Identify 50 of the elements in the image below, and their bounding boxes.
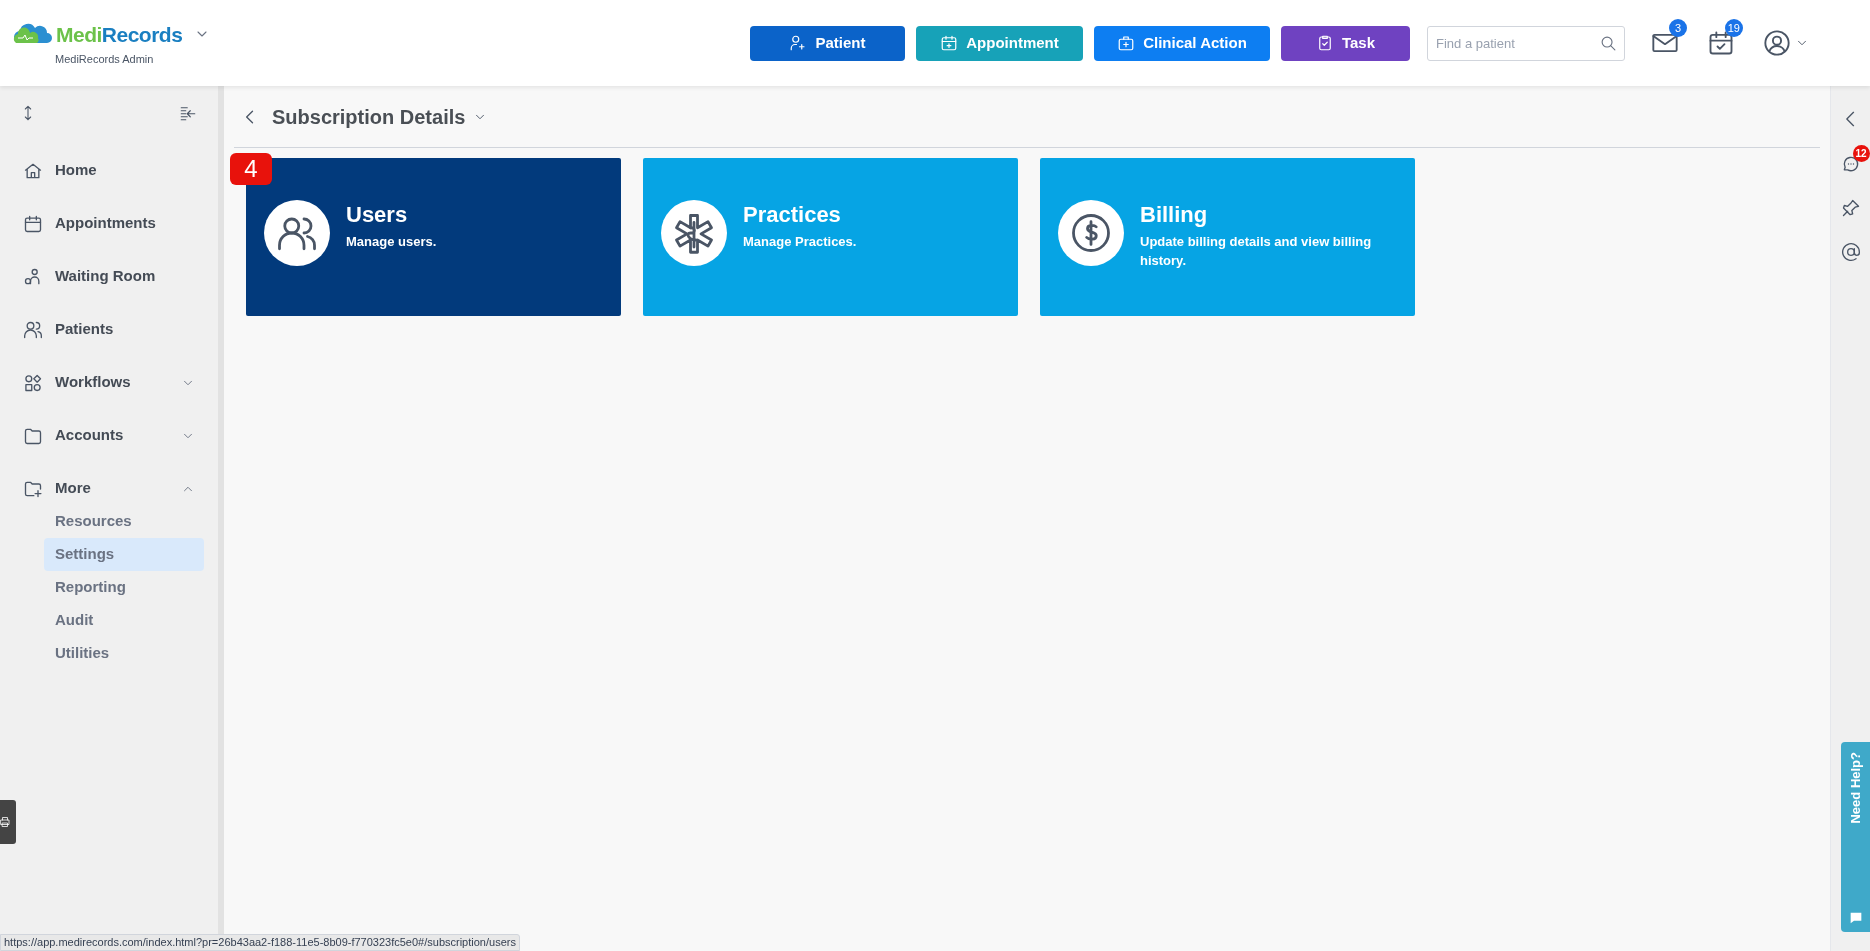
new-task-button[interactable]: Task — [1281, 25, 1410, 61]
new-patient-button[interactable]: Patient — [750, 25, 905, 61]
medical-symbol-icon — [673, 212, 715, 254]
chat-bubble-icon — [1848, 910, 1864, 926]
new-clinical-action-button[interactable]: Clinical Action — [1094, 25, 1270, 61]
card-title: Users — [346, 201, 409, 229]
card-description: Update billing details and view billing history. — [1140, 233, 1373, 270]
printer-icon — [0, 816, 11, 828]
sidebar-nav-item[interactable]: Workflows — [55, 371, 169, 394]
link-url-status: https://app.medirecords.com/index.html?pr=26b43aa2-f188-11e5-8b09-f770323fc5e0#/subscription/users — [0, 934, 520, 951]
print-tab[interactable] — [0, 800, 16, 844]
sidebar-nav-item[interactable]: Patients — [55, 318, 195, 341]
calendar-icon — [23, 213, 43, 234]
sidebar-nav-item[interactable]: Appointments — [55, 212, 195, 235]
pin-icon[interactable] — [1840, 198, 1861, 218]
card-description: Manage Practices. — [743, 233, 857, 251]
user-avatar-icon[interactable] — [1763, 29, 1791, 57]
task-count-badge: 19 — [1724, 19, 1743, 37]
unread-count-badge: 3 — [1669, 19, 1687, 37]
message-count-badge: 12 — [1852, 145, 1870, 162]
sidebar-nav-item[interactable]: Accounts — [55, 424, 169, 447]
dollar-icon — [1070, 212, 1112, 254]
account-name: MediRecords Admin — [55, 52, 154, 67]
shapes-icon — [23, 372, 43, 393]
sidebar-subitem[interactable]: Settings — [44, 538, 204, 571]
collapse-sidebar-icon[interactable] — [178, 104, 198, 122]
sidebar-subitem[interactable]: Audit — [44, 604, 204, 637]
card-title: Practices — [743, 201, 842, 229]
step-number-badge: 4 — [230, 153, 272, 185]
card-description: Manage users. — [346, 233, 437, 251]
sidebar-nav-item[interactable]: Home — [55, 159, 195, 182]
calendar-add-icon — [940, 34, 959, 52]
people-icon — [23, 319, 43, 340]
search-icon[interactable] — [1600, 34, 1617, 52]
cloud-logo-icon — [12, 23, 52, 46]
sidebar-nav-item[interactable]: More — [55, 477, 169, 500]
medical-kit-icon — [1117, 34, 1136, 52]
patient-search-field[interactable]: Find a patient — [1427, 25, 1625, 61]
at-sign-icon[interactable] — [1840, 242, 1861, 262]
need-help-label: Need Help? — [1847, 752, 1865, 824]
people-icon — [23, 266, 43, 287]
sidebar-subitem[interactable]: Utilities — [44, 637, 204, 670]
page-title: Subscription Details — [272, 104, 466, 130]
new-appointment-button[interactable]: Appointment — [916, 25, 1083, 61]
sidebar-subitem[interactable]: Resources — [44, 505, 204, 538]
person-add-icon — [789, 34, 808, 52]
card-title: Billing — [1140, 201, 1209, 229]
brand-name: MediRecords — [56, 21, 183, 48]
sidebar-nav-item[interactable]: Waiting Room — [55, 265, 195, 288]
sidebar-subitem[interactable]: Reporting — [44, 571, 204, 604]
